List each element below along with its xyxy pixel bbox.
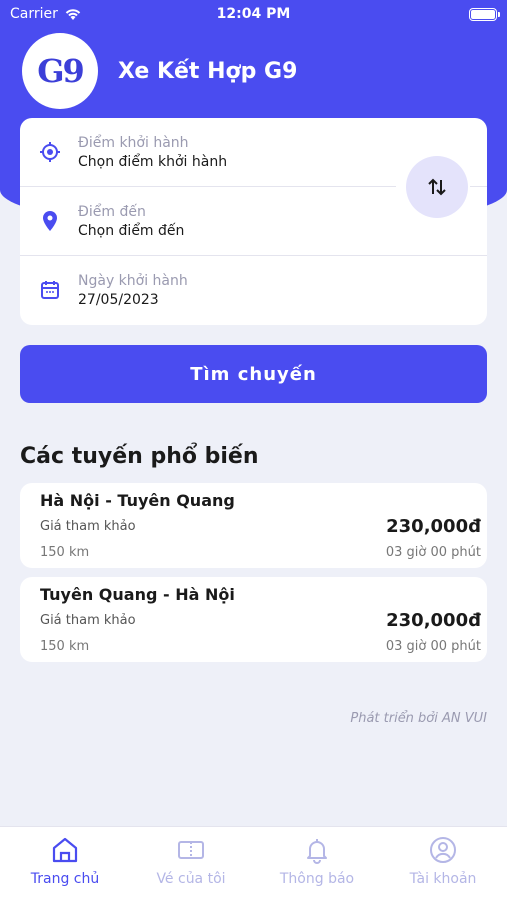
destination-value: Chọn điểm đến — [78, 223, 185, 239]
tab-bar: Trang chủ Vé của tôi Thông báo Tài khoản — [0, 826, 507, 900]
calendar-icon — [41, 281, 59, 299]
route-price-label: Giá tham khảo — [40, 519, 136, 534]
destination-label: Điểm đến — [78, 204, 146, 220]
route-price: 230,000đ — [386, 610, 481, 631]
route-card[interactable]: Tuyên Quang - Hà Nội Giá tham khảo 230,0… — [20, 577, 487, 662]
route-distance: 150 km — [40, 639, 90, 654]
battery-icon — [469, 8, 500, 21]
date-label: Ngày khởi hành — [78, 273, 188, 289]
swap-arrows-icon — [428, 178, 446, 196]
route-duration: 03 giờ 00 phút — [385, 639, 481, 654]
origin-value: Chọn điểm khởi hành — [78, 154, 228, 170]
search-card: Điểm khởi hành Chọn điểm khởi hành Điểm … — [20, 118, 487, 325]
developer-credit: Phát triển bởi AN VUI — [350, 711, 487, 726]
route-name: Tuyên Quang - Hà Nội — [40, 585, 235, 604]
tab-my-tickets[interactable]: Vé của tôi — [128, 827, 254, 900]
status-bar: Carrier 12:04 PM — [0, 0, 507, 30]
route-name: Hà Nội - Tuyên Quang — [40, 491, 235, 510]
swap-button[interactable] — [406, 156, 468, 218]
target-icon — [40, 142, 60, 162]
user-icon — [430, 837, 456, 863]
date-value: 27/05/2023 — [78, 292, 159, 308]
route-price: 230,000đ — [386, 516, 481, 537]
home-icon — [52, 837, 78, 863]
tab-notifications[interactable]: Thông báo — [254, 827, 380, 900]
app-logo: G9 — [22, 33, 98, 109]
popular-routes-title: Các tuyến phổ biến — [20, 444, 259, 469]
tab-home[interactable]: Trang chủ — [2, 827, 128, 900]
search-trips-button[interactable]: Tìm chuyến — [20, 345, 487, 403]
ticket-icon — [178, 841, 204, 859]
bell-icon — [307, 839, 327, 864]
route-distance: 150 km — [40, 545, 90, 560]
location-pin-icon — [43, 211, 57, 231]
app-title: Xe Kết Hợp G9 — [118, 58, 298, 84]
origin-label: Điểm khởi hành — [78, 135, 189, 151]
date-field[interactable]: Ngày khởi hành 27/05/2023 — [20, 256, 487, 325]
brand: G9 Xe Kết Hợp G9 — [22, 33, 297, 109]
status-time: 12:04 PM — [216, 6, 291, 22]
route-card[interactable]: Hà Nội - Tuyên Quang Giá tham khảo 230,0… — [20, 483, 487, 568]
tab-account[interactable]: Tài khoản — [380, 827, 506, 900]
route-duration: 03 giờ 00 phút — [385, 545, 481, 560]
route-price-label: Giá tham khảo — [40, 613, 136, 628]
